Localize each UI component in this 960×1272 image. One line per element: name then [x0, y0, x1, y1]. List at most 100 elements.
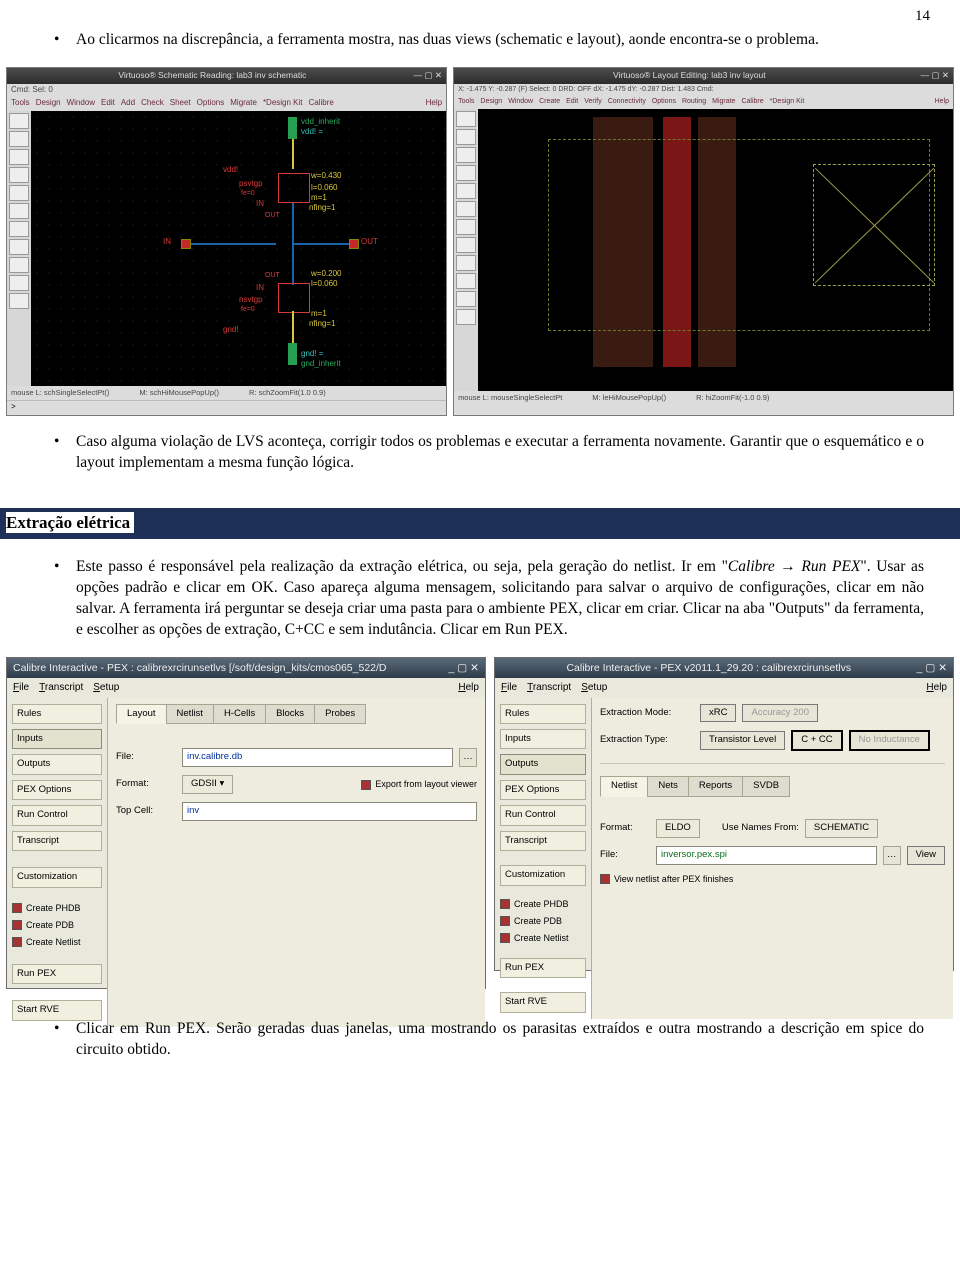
- schematic-menubar[interactable]: Tools Design Window Edit Add Check Sheet…: [7, 96, 446, 111]
- layout-toolbar[interactable]: [454, 109, 478, 391]
- side-outputs[interactable]: Outputs: [500, 754, 586, 774]
- tab-blocks[interactable]: Blocks: [265, 704, 315, 725]
- chk-create-netlist[interactable]: Create Netlist: [500, 932, 586, 944]
- tab-nets[interactable]: Nets: [647, 776, 689, 797]
- window-buttons[interactable]: _ ▢ ✕: [917, 661, 947, 675]
- side-rules[interactable]: Rules: [500, 704, 586, 724]
- side-pex-options[interactable]: PEX Options: [12, 780, 102, 800]
- tool-btn[interactable]: [9, 203, 29, 219]
- type-ccc-toggle[interactable]: C + CC: [791, 730, 842, 751]
- menu-check[interactable]: Check: [141, 98, 164, 109]
- tool-btn[interactable]: [9, 131, 29, 147]
- window-buttons[interactable]: _ ▢ ✕: [449, 661, 479, 675]
- menu-options[interactable]: Options: [197, 98, 225, 109]
- side-transcript[interactable]: Transcript: [12, 831, 102, 851]
- browse-button[interactable]: …: [459, 748, 477, 767]
- usenames-dropdown[interactable]: SCHEMATIC: [805, 819, 878, 838]
- menu-setup[interactable]: Setup: [581, 681, 607, 695]
- tab-probes[interactable]: Probes: [314, 704, 366, 725]
- side-run-control[interactable]: Run Control: [12, 805, 102, 825]
- window-buttons[interactable]: — ▢ ✕: [414, 70, 442, 81]
- tab-netlist[interactable]: Netlist: [166, 704, 214, 725]
- tool-btn[interactable]: [456, 165, 476, 181]
- chk-create-phdb[interactable]: Create PHDB: [500, 898, 586, 910]
- side-outputs[interactable]: Outputs: [12, 754, 102, 774]
- menu-help[interactable]: Help: [935, 97, 949, 106]
- menu-help[interactable]: Help: [926, 681, 947, 695]
- menu-sheet[interactable]: Sheet: [170, 98, 191, 109]
- calibre-outputs-titlebar[interactable]: Calibre Interactive - PEX v2011.1_29.20 …: [495, 658, 953, 678]
- layout-titlebar[interactable]: Virtuoso® Layout Editing: lab3 inv layou…: [454, 68, 953, 83]
- layout-drawing[interactable]: [478, 109, 953, 391]
- menu-transcript[interactable]: Transcript: [39, 681, 83, 695]
- menu-edit[interactable]: Edit: [101, 98, 115, 109]
- menu-help[interactable]: Help: [426, 98, 442, 109]
- menu-setup[interactable]: Setup: [93, 681, 119, 695]
- chk-create-phdb[interactable]: Create PHDB: [12, 902, 102, 914]
- menu-transcript[interactable]: Transcript: [527, 681, 571, 695]
- tool-btn[interactable]: [9, 275, 29, 291]
- tool-btn[interactable]: [456, 237, 476, 253]
- tool-btn[interactable]: [456, 291, 476, 307]
- tool-btn[interactable]: [456, 129, 476, 145]
- tab-reports[interactable]: Reports: [688, 776, 743, 797]
- tool-btn[interactable]: [456, 183, 476, 199]
- menu-window[interactable]: Window: [67, 98, 95, 109]
- menu-designkit[interactable]: *Design Kit: [263, 98, 303, 109]
- tool-btn[interactable]: [9, 185, 29, 201]
- tool-btn[interactable]: [456, 309, 476, 325]
- tab-svdb[interactable]: SVDB: [742, 776, 790, 797]
- tool-btn[interactable]: [456, 201, 476, 217]
- menu-verify[interactable]: Verify: [584, 97, 602, 106]
- calibre-inputs-titlebar[interactable]: Calibre Interactive - PEX : calibrexrcir…: [7, 658, 485, 678]
- schematic-canvas[interactable]: vdd_inherit vdd! = vdd! psvtgp fe=0 w=0.…: [7, 111, 446, 386]
- layout-menubar[interactable]: Tools Design Window Create Edit Verify C…: [454, 95, 953, 108]
- menu-connect[interactable]: Connectivity: [608, 97, 646, 106]
- window-buttons[interactable]: — ▢ ✕: [921, 70, 949, 81]
- tool-btn[interactable]: [456, 111, 476, 127]
- chk-view-after[interactable]: View netlist after PEX finishes: [600, 873, 945, 885]
- side-run-control[interactable]: Run Control: [500, 805, 586, 825]
- menu-designkit[interactable]: *Design Kit: [770, 97, 805, 106]
- menu-create[interactable]: Create: [539, 97, 560, 106]
- menu-window[interactable]: Window: [508, 97, 533, 106]
- menu-tools[interactable]: Tools: [458, 97, 474, 106]
- menu-calibre[interactable]: Calibre: [309, 98, 334, 109]
- side-rules[interactable]: Rules: [12, 704, 102, 724]
- side-customization[interactable]: Customization: [12, 867, 102, 887]
- tool-btn[interactable]: [9, 257, 29, 273]
- tool-btn[interactable]: [9, 221, 29, 237]
- tool-btn[interactable]: [9, 293, 29, 309]
- tool-btn[interactable]: [456, 273, 476, 289]
- side-start-rve[interactable]: Start RVE: [12, 1000, 102, 1020]
- tool-btn[interactable]: [9, 113, 29, 129]
- topcell-input[interactable]: inv: [182, 802, 477, 821]
- menu-calibre[interactable]: Calibre: [741, 97, 763, 106]
- chk-create-pdb[interactable]: Create PDB: [500, 915, 586, 927]
- tab-hcells[interactable]: H-Cells: [213, 704, 266, 725]
- schematic-titlebar[interactable]: Virtuoso® Schematic Reading: lab3 inv sc…: [7, 68, 446, 83]
- side-run-pex[interactable]: Run PEX: [12, 964, 102, 984]
- menu-migrate[interactable]: Migrate: [230, 98, 257, 109]
- inputs-tabrow[interactable]: Layout Netlist H-Cells Blocks Probes: [116, 704, 477, 725]
- side-inputs[interactable]: Inputs: [500, 729, 586, 749]
- schematic-prompt[interactable]: >: [7, 400, 446, 415]
- tab-layout[interactable]: Layout: [116, 704, 167, 725]
- calibre-inputs-menubar[interactable]: File Transcript Setup Help: [7, 678, 485, 698]
- mode-accuracy-toggle[interactable]: Accuracy 200: [742, 704, 818, 723]
- type-noind-toggle[interactable]: No Inductance: [849, 730, 930, 751]
- tool-btn[interactable]: [456, 147, 476, 163]
- side-transcript[interactable]: Transcript: [500, 831, 586, 851]
- chk-export-layout[interactable]: Export from layout viewer: [361, 778, 477, 790]
- side-inputs[interactable]: Inputs: [12, 729, 102, 749]
- type-transistor-toggle[interactable]: Transistor Level: [700, 731, 785, 750]
- schematic-drawing[interactable]: vdd_inherit vdd! = vdd! psvtgp fe=0 w=0.…: [31, 111, 446, 386]
- menu-migrate[interactable]: Migrate: [712, 97, 735, 106]
- calibre-outputs-menubar[interactable]: File Transcript Setup Help: [495, 678, 953, 698]
- tool-btn[interactable]: [9, 149, 29, 165]
- layout-canvas[interactable]: [454, 109, 953, 391]
- side-run-pex[interactable]: Run PEX: [500, 958, 586, 978]
- menu-add[interactable]: Add: [121, 98, 135, 109]
- tool-btn[interactable]: [456, 255, 476, 271]
- chk-create-netlist[interactable]: Create Netlist: [12, 936, 102, 948]
